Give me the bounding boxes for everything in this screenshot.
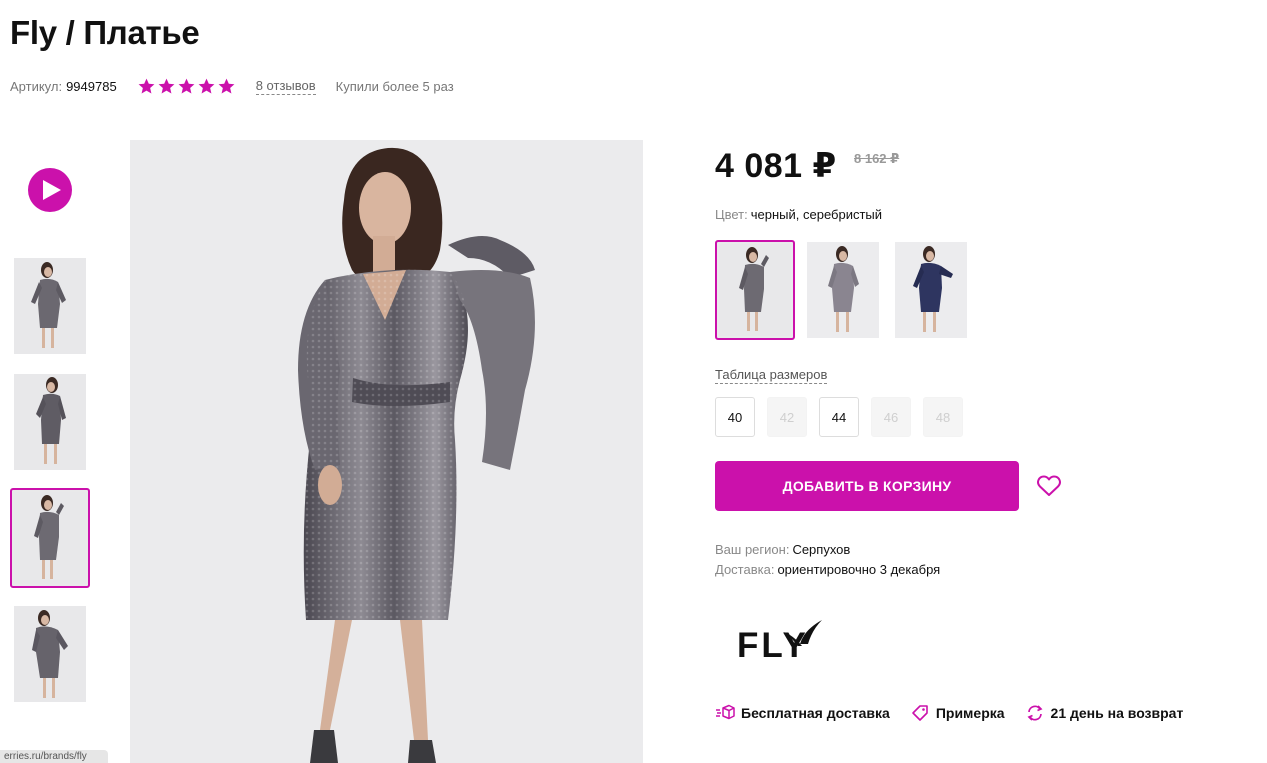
dress-photo-image: [130, 140, 643, 763]
dress-thumbnail-image: [14, 374, 86, 470]
feature-try-on: Примерка: [910, 704, 1005, 722]
feature-label: Бесплатная доставка: [741, 705, 890, 721]
color-info: Цвет: черный, серебристый: [715, 207, 882, 222]
video-button[interactable]: [28, 168, 72, 212]
gallery-thumbnail-2[interactable]: [14, 374, 86, 470]
color-value: черный, серебристый: [750, 207, 883, 222]
bought-count: Купили более 5 раз: [335, 78, 454, 94]
size-option-42[interactable]: 42: [767, 397, 807, 437]
feature-free-delivery: Бесплатная доставка: [715, 704, 890, 722]
dress-color-thumbnail: [719, 244, 791, 336]
delivery-info: Доставка: ориентировочно 3 декабря: [715, 562, 940, 577]
product-title: Fly / Платье: [10, 14, 200, 51]
region-label: Ваш регион:: [715, 542, 790, 557]
color-label: Цвет:: [715, 207, 748, 222]
tag-icon: [912, 705, 928, 721]
brand-logo[interactable]: FLY: [722, 606, 832, 668]
sku-value: 9949785: [66, 78, 117, 94]
url-status-tooltip: erries.ru/brands/fly: [0, 750, 108, 763]
play-icon: [43, 180, 61, 200]
region-value[interactable]: Серпухов: [792, 542, 850, 557]
gallery-thumbnail-1[interactable]: [14, 258, 86, 354]
dress-color-thumbnail: [895, 242, 967, 338]
gallery-thumbnail-3[interactable]: [10, 488, 90, 588]
dress-thumbnail-image: [14, 606, 86, 702]
size-table-link[interactable]: Таблица размеров: [715, 367, 828, 384]
color-option-beige-silver[interactable]: [807, 242, 879, 338]
delivery-box-icon: [716, 704, 735, 720]
star-icon: [137, 77, 156, 96]
size-selector: 40 42 44 46 48: [715, 397, 963, 437]
size-option-46[interactable]: 46: [871, 397, 911, 437]
dress-thumbnail-image: [14, 258, 86, 354]
old-price: 8 162 ₽: [854, 151, 900, 166]
region-info: Ваш регион: Серпухов: [715, 542, 850, 557]
feature-label: Примерка: [935, 705, 1005, 721]
feature-return: 21 день на возврат: [1025, 704, 1184, 722]
feature-list: Бесплатная доставка Примерка 21 день на …: [715, 702, 1203, 724]
return-icon: [1027, 705, 1043, 721]
feature-label: 21 день на возврат: [1050, 705, 1184, 721]
delivery-label: Доставка:: [715, 562, 775, 577]
main-product-photo[interactable]: [130, 140, 643, 763]
product-meta: Артикул: 9949785 8 отзывов Купили более …: [10, 76, 454, 96]
star-icon: [217, 77, 236, 96]
dress-color-thumbnail: [807, 242, 879, 338]
dress-thumbnail-image: [14, 492, 86, 584]
rating-stars: [137, 77, 236, 96]
size-option-48[interactable]: 48: [923, 397, 963, 437]
sku-label: Артикул:: [10, 78, 63, 94]
reviews-link[interactable]: 8 отзывов: [255, 78, 316, 95]
size-option-44[interactable]: 44: [819, 397, 859, 437]
size-option-40[interactable]: 40: [715, 397, 755, 437]
star-icon: [177, 77, 196, 96]
heart-icon: [1037, 475, 1061, 496]
favorite-button[interactable]: [1036, 474, 1062, 498]
add-to-cart-button[interactable]: ДОБАВИТЬ В КОРЗИНУ: [715, 461, 1019, 511]
brand-logo-swoosh: [784, 620, 822, 646]
gallery-thumbnail-4[interactable]: [14, 606, 86, 702]
star-icon: [197, 77, 216, 96]
star-icon: [157, 77, 176, 96]
color-option-blue[interactable]: [895, 242, 967, 338]
delivery-value: ориентировочно 3 декабря: [777, 562, 941, 577]
current-price: 4 081 ₽: [715, 147, 837, 185]
color-option-silver[interactable]: [715, 240, 795, 340]
